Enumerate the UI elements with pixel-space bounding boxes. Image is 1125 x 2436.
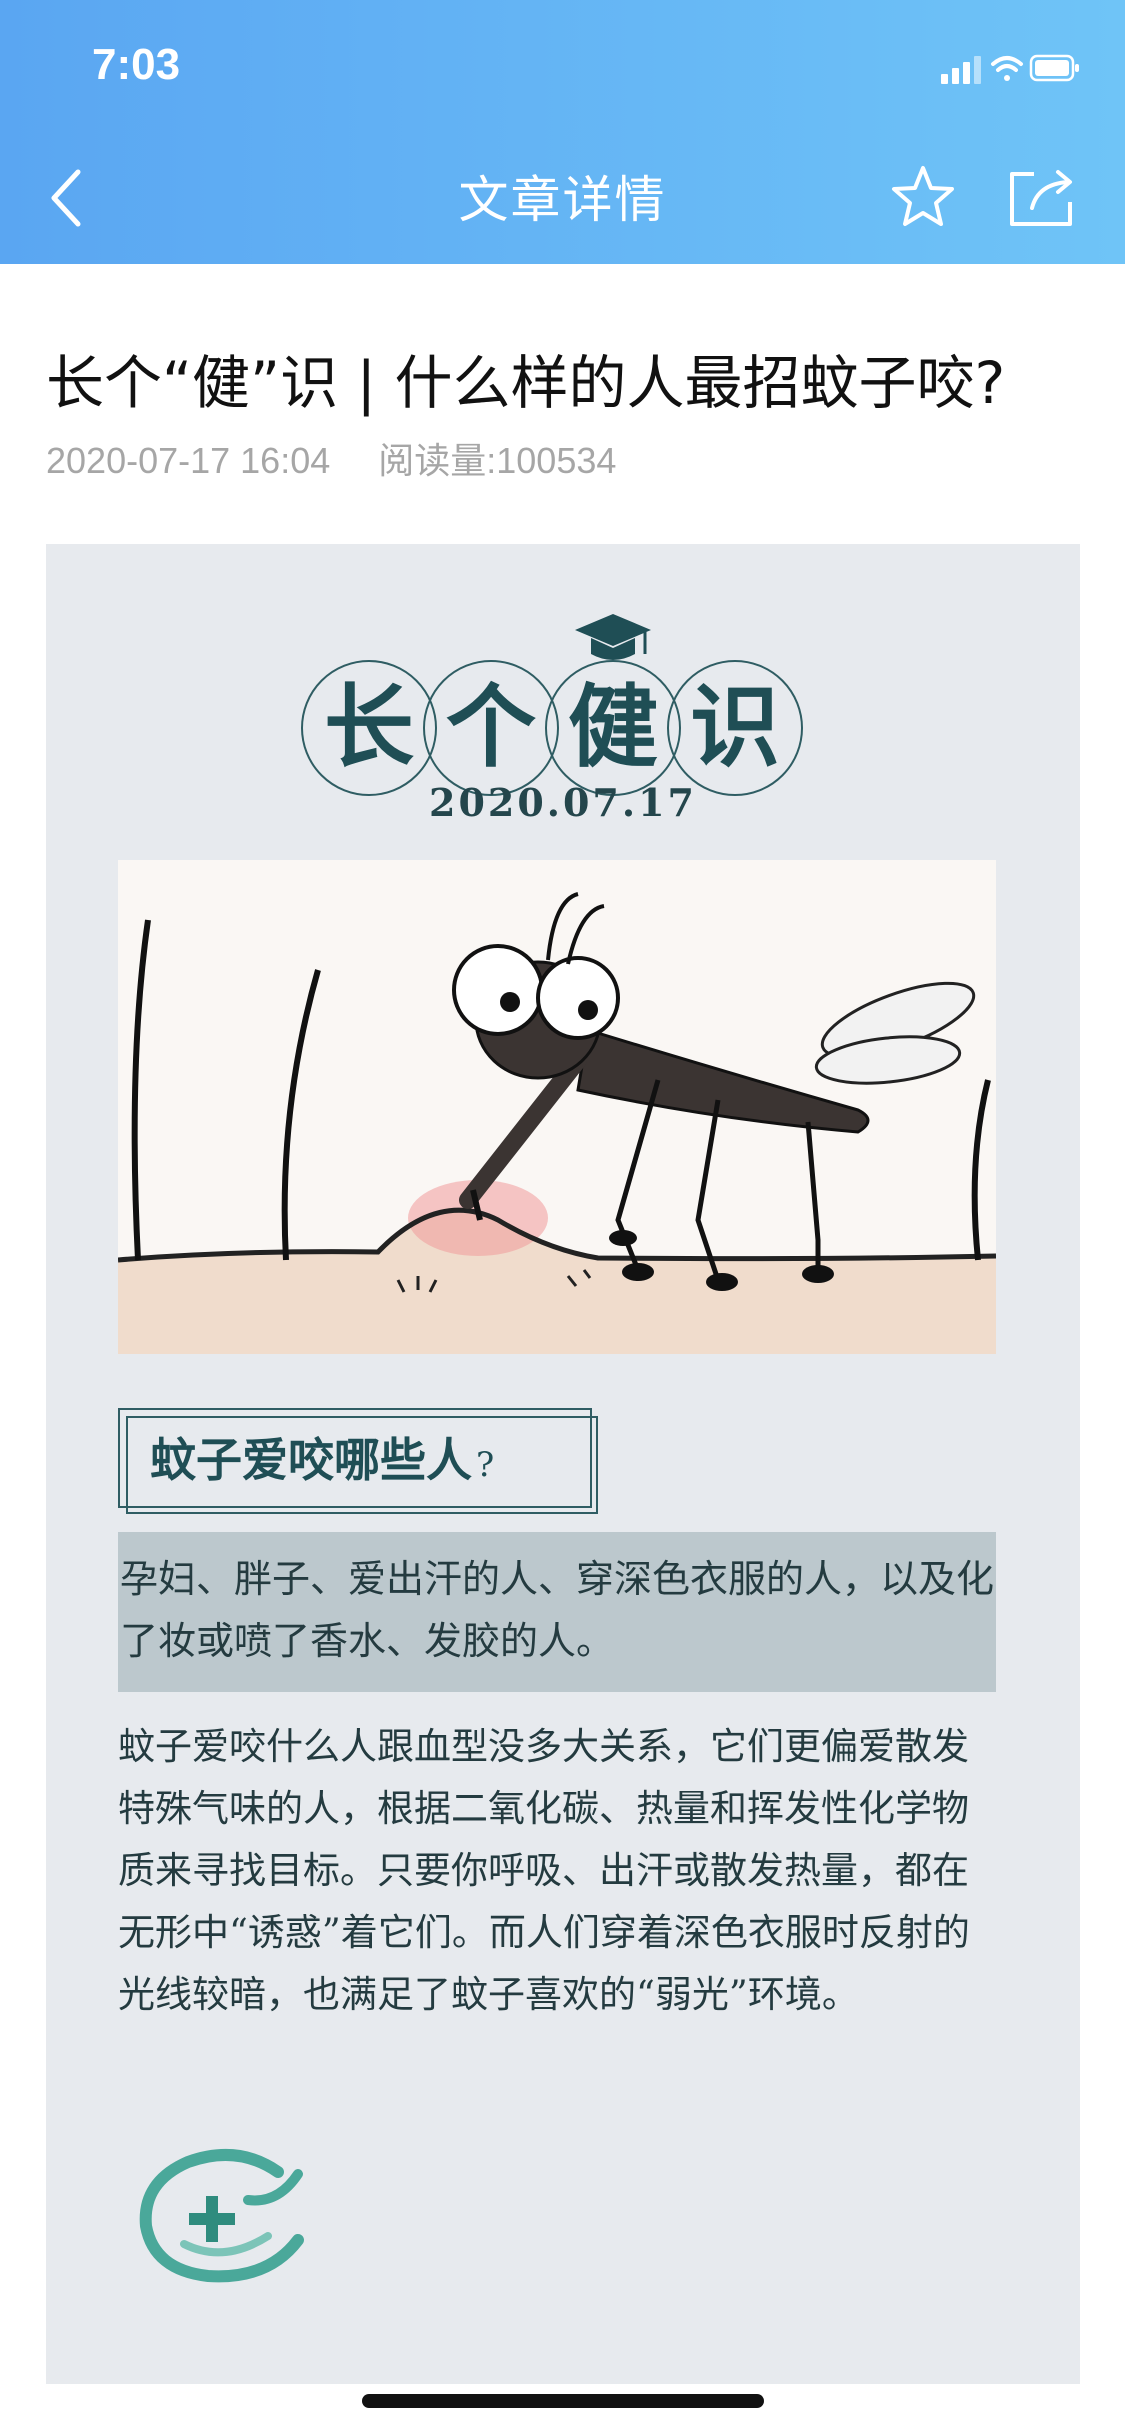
mosquito-illustration [118,860,996,1354]
home-indicator [362,2394,764,2408]
column-logo: 长 个 健 识 [301,584,821,796]
highlight-text: 孕妇、胖子、爱出汗的人、穿深色衣服的人，以及化了妆或喷了香水、发胶的人。 [120,1557,995,1663]
article-date: 2020-07-17 16:04 [46,440,331,481]
article-image-card: 长 个 健 识 2020.07.17 蚊子爱咬哪些人 ? 孕妇、胖子、爱出汗的人… [46,544,1080,2384]
wifi-icon [991,56,1023,81]
question-heading: 蚊子爱咬哪些人? [118,1408,598,1514]
logo-char: 个 [423,660,559,796]
logo-char: 识 [667,660,803,796]
battery-icon [1029,54,1079,82]
star-icon[interactable] [888,162,958,232]
question-text: 蚊子爱咬哪些人 [150,1433,472,1487]
highlight-block: 孕妇、胖子、爱出汗的人、穿深色衣服的人，以及化了妆或喷了香水、发胶的人。 [118,1532,996,1692]
logo-char: 健 [545,660,681,796]
top-header: 7:03 文章详情 [0,0,1125,264]
read-count: 阅读量:100534 [378,440,617,481]
signal-icon [941,56,981,84]
graduation-cap-icon [575,614,651,660]
question-mark: ? [476,1445,495,1485]
share-icon[interactable] [1004,162,1080,232]
logo-char: 长 [301,660,437,796]
status-icons [941,54,1079,84]
article-meta: 2020-07-17 16:04 阅读量:100534 [46,432,616,484]
logo-date: 2020.07.17 [429,780,697,825]
article-title: 长个“健”识 | 什么样的人最招蚊子咬? [46,349,1006,417]
body-text: 蚊子爱咬什么人跟血型没多大关系，它们更偏爱散发特殊气味的人，根据二氧化碳、热量和… [118,1725,970,2016]
status-time: 7:03 [92,40,181,89]
health-plus-logo-icon [139,2148,304,2283]
